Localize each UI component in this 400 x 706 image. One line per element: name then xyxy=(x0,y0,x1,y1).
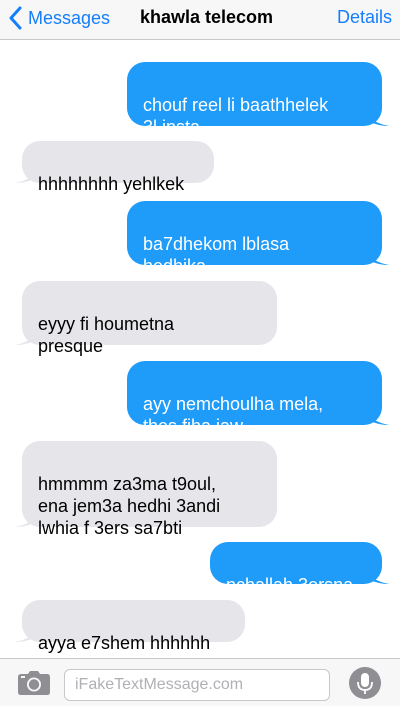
message-text: eyyy fi houmetna presque xyxy=(38,314,175,356)
bubble-tail xyxy=(15,507,37,527)
message-bubble-sent[interactable]: nchallah 3ersna xyxy=(210,542,389,595)
camera-button[interactable] xyxy=(18,671,50,695)
bubble-tail xyxy=(367,106,389,126)
message-text: nchallah 3ersna xyxy=(226,575,354,595)
chevron-left-icon xyxy=(9,6,22,30)
message-text: hhhhhhhh yehlkek xyxy=(38,174,185,194)
bubble-tail xyxy=(15,325,37,345)
navigation-bar: Messages khawla telecom Details xyxy=(0,0,400,40)
message-thread: chouf reel li baathhelek 3l insta hhhhhh… xyxy=(0,40,400,658)
message-bubble-sent[interactable]: chouf reel li baathhelek 3l insta xyxy=(127,62,389,137)
conversation-title: khawla telecom xyxy=(140,7,274,27)
microphone-icon xyxy=(357,673,373,694)
message-bubble-sent[interactable]: ayy nemchoulha mela, thes fiha jaw xyxy=(127,361,389,436)
bubble-tail xyxy=(367,564,389,584)
message-input[interactable] xyxy=(64,669,330,701)
message-text: ba7dhekom lblasa hedhika xyxy=(143,234,290,276)
camera-icon xyxy=(18,671,50,695)
details-button[interactable]: Details xyxy=(337,7,392,28)
back-button[interactable]: Messages xyxy=(8,4,110,32)
message-bubble-received[interactable]: hhhhhhhh yehlkek xyxy=(15,141,214,194)
message-text: ayya e7shem hhhhhh xyxy=(38,633,211,653)
bubble-tail xyxy=(15,163,37,183)
message-text: ayy nemchoulha mela, thes fiha jaw xyxy=(143,394,324,436)
message-bubble-received[interactable]: ayya e7shem hhhhhh xyxy=(15,600,245,653)
compose-bar xyxy=(0,658,400,706)
back-button-label: Messages xyxy=(28,7,111,28)
bubble-tail xyxy=(15,622,37,642)
microphone-button[interactable] xyxy=(349,667,381,699)
message-text: chouf reel li baathhelek 3l insta xyxy=(143,95,329,137)
message-bubble-received[interactable]: eyyy fi houmetna presque xyxy=(15,281,277,356)
message-text: hmmmm za3ma t9oul, ena jem3a hedhi 3andi… xyxy=(38,474,221,538)
bubble-tail xyxy=(367,405,389,425)
message-bubble-received[interactable]: hmmmm za3ma t9oul, ena jem3a hedhi 3andi… xyxy=(15,441,277,538)
bubble-tail xyxy=(367,245,389,265)
message-bubble-sent[interactable]: ba7dhekom lblasa hedhika xyxy=(127,201,389,276)
